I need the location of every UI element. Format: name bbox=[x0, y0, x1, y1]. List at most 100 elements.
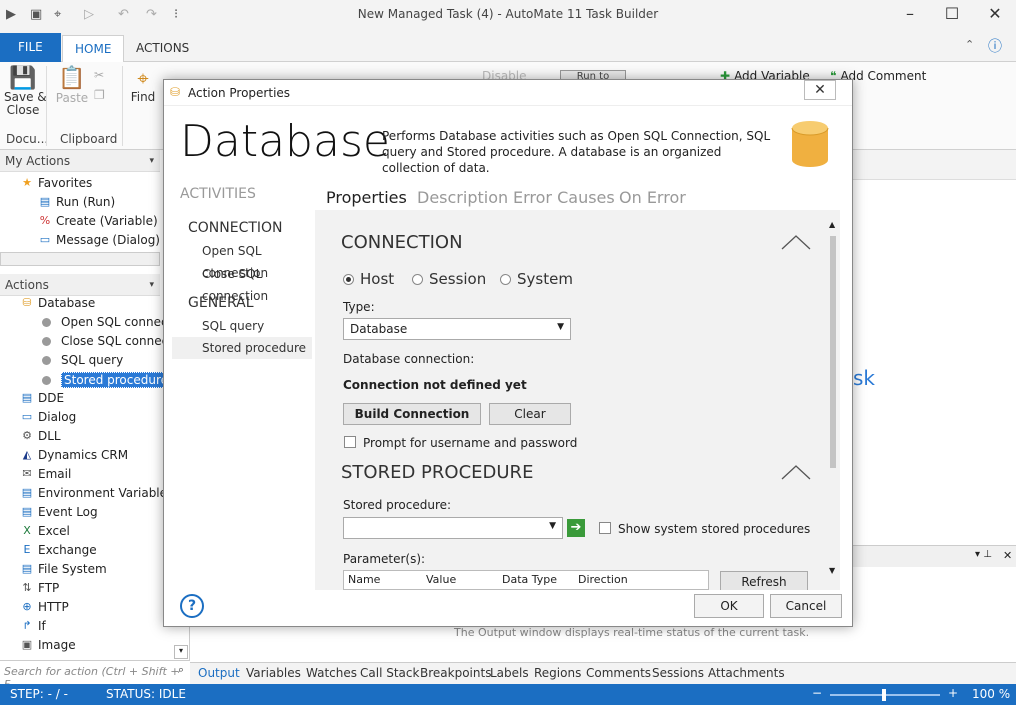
search-icon[interactable]: ⌕ bbox=[178, 663, 184, 677]
zoom-out-icon[interactable]: − bbox=[812, 686, 822, 700]
tree-category[interactable]: ⊕ HTTP bbox=[20, 600, 68, 614]
tree-category[interactable]: ✉ Email bbox=[20, 467, 71, 481]
bullet-icon bbox=[42, 375, 51, 385]
close-icon[interactable]: ✕ bbox=[985, 4, 1005, 23]
bottom-tab[interactable]: Variables bbox=[246, 666, 301, 680]
show-system-checkbox[interactable] bbox=[599, 522, 611, 534]
collapse-icon[interactable] bbox=[781, 234, 811, 250]
tab-description[interactable]: Description bbox=[417, 188, 508, 207]
collapse-ribbon-icon[interactable]: ⌃ bbox=[965, 38, 974, 51]
nav-item-stored-procedure[interactable]: Stored procedure bbox=[172, 337, 312, 359]
radio-session[interactable]: Session bbox=[412, 270, 486, 288]
tree-db-item[interactable]: Open SQL connectio bbox=[40, 315, 183, 329]
tree-database[interactable]: ⛁ Database bbox=[20, 296, 95, 310]
pin-icon[interactable]: ▾ ⊥ bbox=[975, 549, 992, 560]
tree-category[interactable]: ▤ DDE bbox=[20, 391, 64, 405]
tree-category[interactable]: ⇅ FTP bbox=[20, 581, 59, 595]
maximize-icon[interactable]: ☐ bbox=[942, 4, 962, 23]
tree-category[interactable]: ⚙ DLL bbox=[20, 429, 61, 443]
tree-db-item-selected[interactable]: Stored procedure bbox=[40, 372, 172, 388]
tree-category[interactable]: ▭ Dialog bbox=[20, 410, 76, 424]
tree-category[interactable]: ▤ File System bbox=[20, 562, 107, 576]
scroll-down-icon[interactable]: ▼ bbox=[829, 566, 835, 575]
zoom-slider-thumb[interactable] bbox=[882, 689, 886, 701]
tree-category[interactable]: E Exchange bbox=[20, 543, 97, 557]
close-panel-icon[interactable]: ✕ bbox=[1003, 549, 1012, 562]
variable-icon: % bbox=[39, 214, 51, 227]
radio-host[interactable]: Host bbox=[343, 270, 394, 288]
zoom-in-icon[interactable]: + bbox=[948, 686, 958, 700]
bottom-tab[interactable]: Call Stack bbox=[360, 666, 419, 680]
tree-favorites[interactable]: ★ Favorites bbox=[20, 176, 92, 190]
cancel-button[interactable]: Cancel bbox=[770, 594, 842, 618]
tree-fav-item[interactable]: % Create (Variable) bbox=[38, 214, 158, 228]
save-close-button[interactable]: 💾 Save & Close bbox=[4, 66, 47, 117]
my-actions-header[interactable]: My Actions ▾ bbox=[0, 150, 160, 172]
type-select[interactable]: Database ▼ bbox=[343, 318, 571, 340]
tab-actions[interactable]: ACTIONS bbox=[124, 35, 201, 62]
minimize-icon[interactable]: – bbox=[900, 4, 920, 23]
tree-category[interactable]: ▣ Image bbox=[20, 638, 76, 652]
bottom-tab[interactable]: Output bbox=[198, 666, 240, 680]
prompt-credentials-checkbox[interactable] bbox=[344, 436, 356, 448]
nav-item-close-sql[interactable]: Close SQL connection bbox=[172, 263, 312, 303]
bottom-tab[interactable]: Watches bbox=[306, 666, 357, 680]
actions-header[interactable]: Actions ▾ bbox=[0, 274, 160, 296]
tree-fav-item[interactable]: ▭ Message (Dialog) bbox=[38, 233, 160, 247]
dialog-close-button[interactable]: ✕ bbox=[804, 80, 836, 100]
scrollbar-thumb[interactable] bbox=[830, 236, 836, 468]
tree-category[interactable]: X Excel bbox=[20, 524, 70, 538]
tab-file[interactable]: FILE bbox=[0, 33, 61, 62]
group-docu: Docu... bbox=[6, 132, 49, 146]
tree-category[interactable]: ↱ If bbox=[20, 619, 45, 633]
copy-icon[interactable]: ❐ bbox=[94, 88, 105, 102]
chevron-down-icon[interactable]: ▾ bbox=[149, 274, 154, 296]
collapse-icon[interactable] bbox=[781, 464, 811, 480]
cut-icon[interactable]: ✂ bbox=[94, 68, 104, 82]
message-icon: ▭ bbox=[39, 233, 51, 246]
action-search-input[interactable]: Search for action (Ctrl + Shift + F ⌕ bbox=[0, 660, 190, 691]
find-button[interactable]: ⌖ Find bbox=[128, 66, 158, 104]
bottom-tab[interactable]: Comments bbox=[586, 666, 651, 680]
environment-icon: ▤ bbox=[21, 486, 33, 499]
stored-procedure-select[interactable]: ▼ bbox=[343, 517, 563, 539]
scroll-down-icon[interactable]: ▾ bbox=[174, 645, 188, 659]
tab-home[interactable]: HOME bbox=[62, 35, 125, 62]
tree-category[interactable]: ▤ Environment Variables bbox=[20, 486, 173, 500]
bottom-tab[interactable]: Breakpoints bbox=[420, 666, 491, 680]
paste-button[interactable]: 📋 Paste bbox=[54, 66, 90, 105]
activities-label: ACTIVITIES bbox=[180, 186, 256, 202]
help-icon[interactable]: ⓘ bbox=[988, 36, 1002, 56]
bottom-tab[interactable]: Attachments bbox=[708, 666, 785, 680]
ok-button[interactable]: OK bbox=[694, 594, 764, 618]
bottom-tab[interactable]: Sessions bbox=[652, 666, 704, 680]
clear-button[interactable]: Clear bbox=[489, 403, 571, 425]
scroll-up-icon[interactable]: ▲ bbox=[829, 220, 835, 229]
zoom-slider[interactable] bbox=[830, 689, 940, 701]
radio-button bbox=[343, 273, 354, 285]
nav-item-open-sql[interactable]: Open SQL connection bbox=[172, 240, 312, 280]
properties-scrollbar[interactable]: ▲ ▼ bbox=[827, 220, 839, 580]
help-icon[interactable]: ? bbox=[180, 594, 204, 618]
activities-nav: ACTIVITIES CONNECTION Open SQL connectio… bbox=[172, 180, 312, 590]
tree-db-item[interactable]: SQL query bbox=[40, 353, 123, 367]
action-description: Performs Database activities such as Ope… bbox=[382, 129, 771, 175]
refresh-button[interactable]: Refresh bbox=[720, 571, 808, 590]
horizontal-scrollbar[interactable] bbox=[0, 252, 160, 266]
tree-category[interactable]: ◭ Dynamics CRM bbox=[20, 448, 128, 462]
build-connection-button[interactable]: Build Connection bbox=[343, 403, 481, 425]
tab-properties[interactable]: Properties bbox=[326, 188, 407, 207]
radio-system[interactable]: System bbox=[500, 270, 573, 288]
star-icon: ★ bbox=[22, 176, 32, 189]
column-direction: Direction bbox=[578, 573, 628, 586]
tree-fav-item[interactable]: ▤ Run (Run) bbox=[38, 195, 115, 209]
go-arrow-icon[interactable]: ➔ bbox=[567, 519, 585, 537]
tab-error-causes[interactable]: Error Causes bbox=[513, 188, 615, 207]
chevron-down-icon[interactable]: ▾ bbox=[149, 150, 154, 172]
tree-category[interactable]: ▤ Event Log bbox=[20, 505, 98, 519]
nav-item-sql-query[interactable]: SQL query bbox=[172, 315, 312, 337]
bottom-tab[interactable]: Regions bbox=[534, 666, 581, 680]
parameters-label: Parameter(s): bbox=[343, 552, 426, 566]
tab-on-error[interactable]: On Error bbox=[619, 188, 686, 207]
bottom-tab[interactable]: Labels bbox=[490, 666, 529, 680]
